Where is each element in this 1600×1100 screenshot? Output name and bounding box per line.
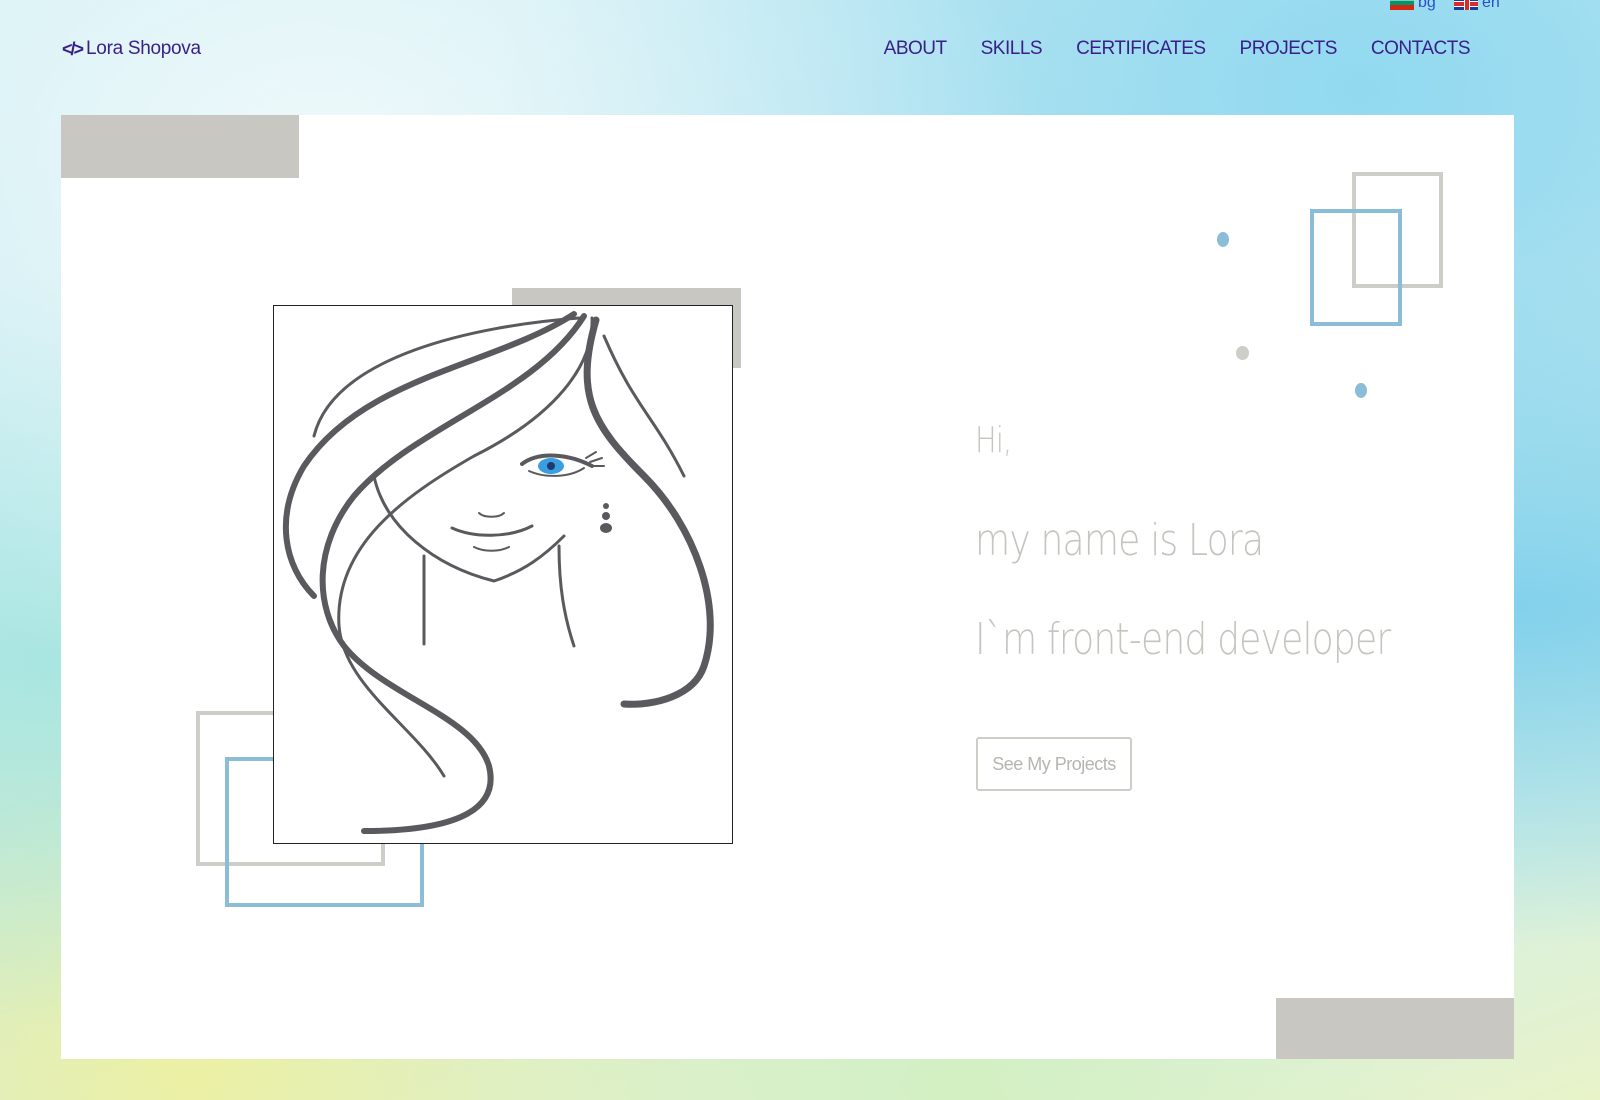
language-bg-link[interactable]: bg — [1390, 0, 1436, 12]
see-my-projects-button[interactable]: See My Projects — [976, 737, 1132, 791]
nav-certificates[interactable]: CERTIFICATES — [1076, 38, 1206, 60]
decor-blue-dot — [1217, 232, 1229, 247]
language-en-label: en — [1482, 0, 1500, 11]
nav-contacts[interactable]: CONTACTS — [1371, 38, 1471, 60]
woman-portrait-illustration — [282, 311, 714, 834]
decor-gray-block-top-left — [61, 115, 299, 178]
portrait-frame — [273, 305, 733, 844]
nav-skills[interactable]: SKILLS — [981, 38, 1043, 60]
main-nav: ABOUT SKILLS CERTIFICATES PROJECTS CONTA… — [884, 38, 1471, 60]
decor-blue-dot-2 — [1355, 383, 1367, 398]
language-en-link[interactable]: en — [1454, 0, 1500, 12]
decor-gray-block-bottom-right — [1276, 998, 1514, 1059]
language-bg-label: bg — [1418, 0, 1436, 11]
nav-projects[interactable]: PROJECTS — [1240, 38, 1338, 60]
hero-greeting: Hi, — [975, 420, 1012, 461]
decor-blue-square-right — [1310, 209, 1402, 326]
hero-role: I`m front-end developer — [975, 614, 1391, 665]
decor-gray-dot — [1236, 346, 1249, 360]
bulgarian-flag-icon — [1390, 0, 1414, 10]
code-icon: </> — [62, 38, 84, 59]
nav-about[interactable]: ABOUT — [884, 38, 947, 60]
hero-name: my name is Lora — [975, 515, 1264, 566]
site-logo[interactable]: </> Lora Shopova — [62, 38, 201, 60]
uk-flag-icon — [1454, 0, 1478, 10]
logo-text: Lora Shopova — [86, 38, 201, 59]
